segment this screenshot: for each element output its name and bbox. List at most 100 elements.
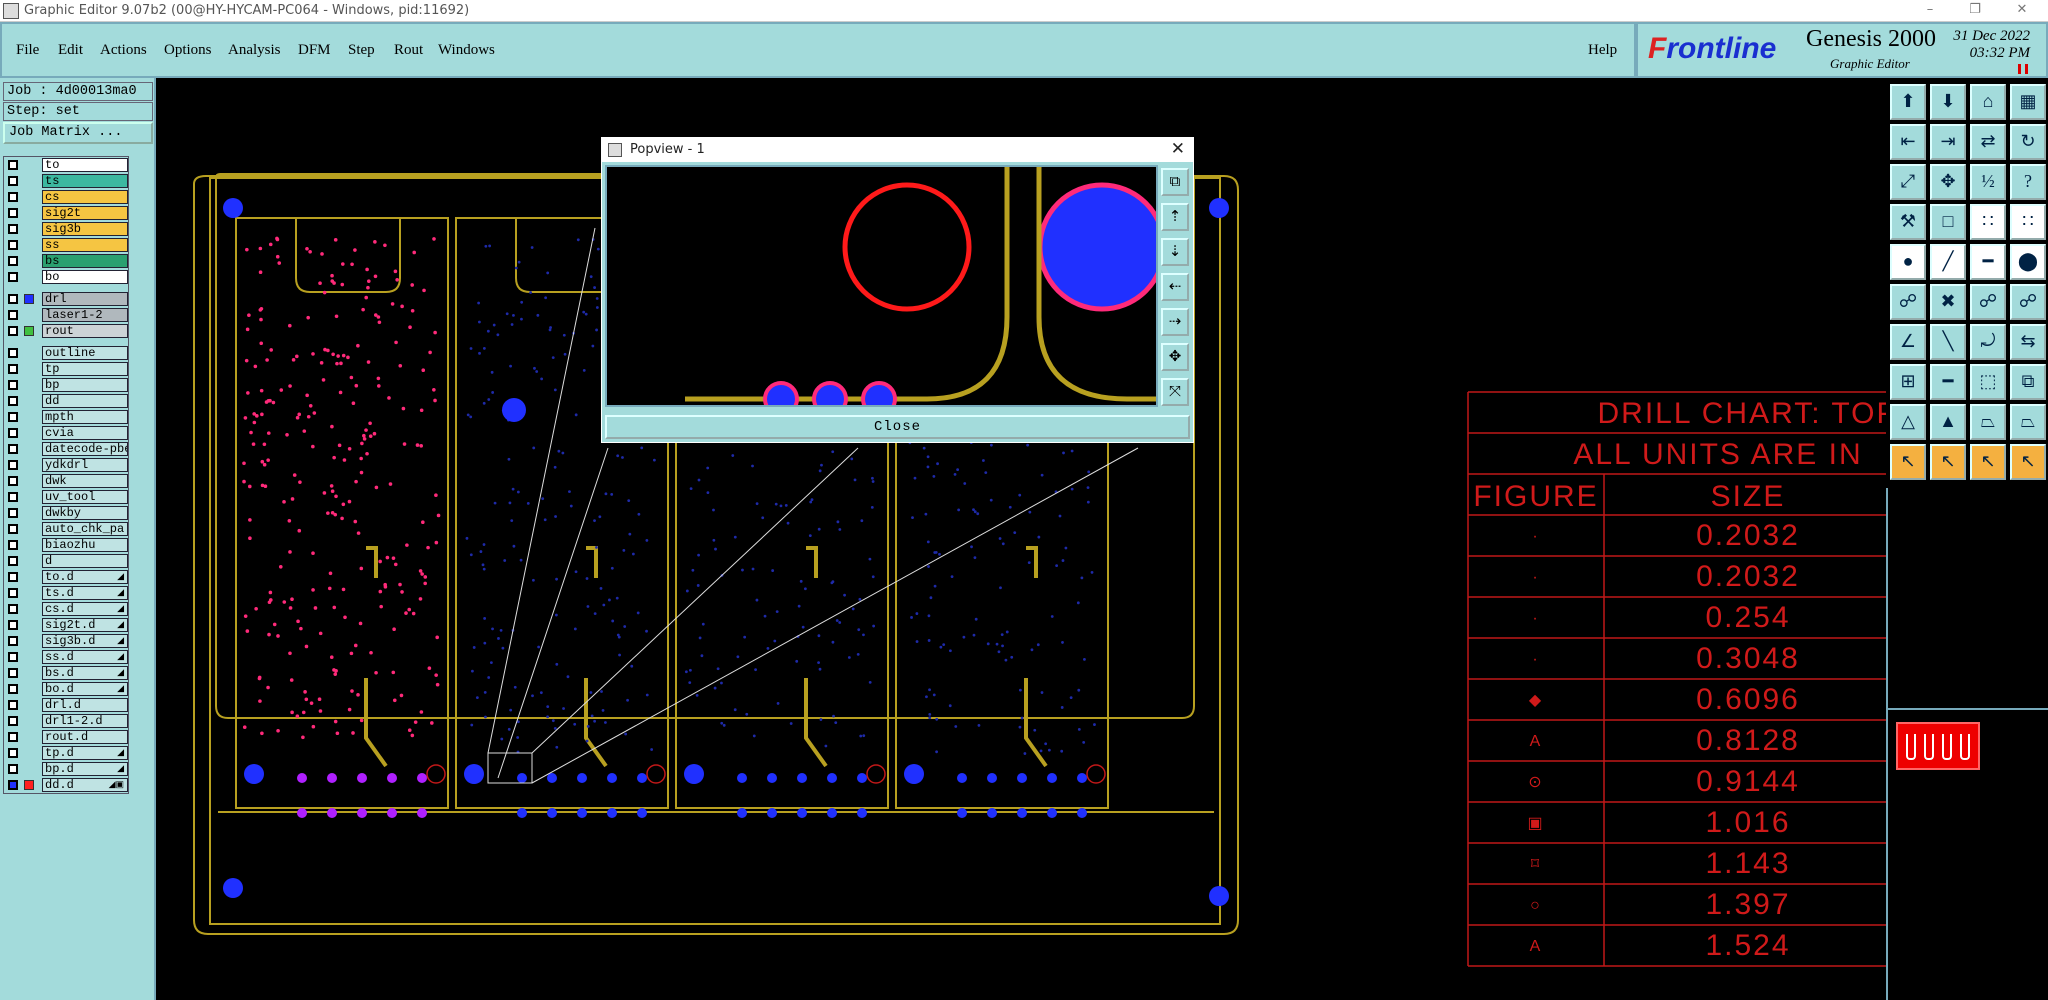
popview-canvas[interactable]: [605, 165, 1167, 417]
menu-file[interactable]: File: [16, 42, 39, 59]
zoom-fit-icon[interactable]: ✥: [1930, 164, 1966, 200]
layer-name[interactable]: uv_tool: [42, 490, 128, 504]
layer-row[interactable]: cs: [4, 189, 128, 205]
layer-checkbox[interactable]: [8, 224, 18, 234]
layer-name[interactable]: biaozhu: [42, 538, 128, 552]
arc-tool-icon[interactable]: ⤾: [1970, 324, 2006, 360]
layer-checkbox[interactable]: [8, 444, 18, 454]
layer-name[interactable]: drl.d: [42, 698, 128, 712]
layer-row[interactable]: bo: [4, 269, 128, 285]
layer-checkbox[interactable]: [8, 272, 18, 282]
layer-name[interactable]: bs: [42, 254, 128, 268]
close-icon[interactable]: ✕: [2002, 2, 2042, 17]
layer-name[interactable]: to.d: [42, 570, 128, 584]
import-right-icon[interactable]: ⇥: [1930, 124, 1966, 160]
layer-name[interactable]: datecode-pbe: [42, 442, 128, 456]
layer-name[interactable]: tp: [42, 362, 128, 376]
layer-name[interactable]: bo.d: [42, 682, 128, 696]
layer-name[interactable]: dd: [42, 394, 128, 408]
layer-row[interactable]: sig3b.d ◢: [4, 633, 128, 649]
grid-tool-icon[interactable]: ▦: [2010, 84, 2046, 120]
layer-name[interactable]: ss: [42, 238, 128, 252]
layer-row[interactable]: dd.d ◢▣: [4, 777, 128, 793]
popview-toggle-icon[interactable]: ⧉: [1161, 168, 1189, 196]
ruler-tool-icon[interactable]: ━: [1970, 244, 2006, 280]
layer-checkbox[interactable]: [8, 620, 18, 630]
menu-dfm[interactable]: DFM: [298, 42, 331, 59]
layer-row[interactable]: tp.d ◢: [4, 745, 128, 761]
layer-name[interactable]: drl1-2.d: [42, 714, 128, 728]
menu-analysis[interactable]: Analysis: [228, 42, 281, 59]
layer-row[interactable]: rout.d: [4, 729, 128, 745]
angle-tool-icon[interactable]: ∠: [1890, 324, 1926, 360]
layer-row[interactable]: ts: [4, 173, 128, 189]
net-tool-icon[interactable]: ∷: [1970, 204, 2006, 240]
bbox-tool-icon[interactable]: ⬚: [1970, 364, 2006, 400]
menu-windows[interactable]: Windows: [438, 42, 495, 59]
layer-name[interactable]: sig3b.d: [42, 634, 128, 648]
layer-name[interactable]: mpth: [42, 410, 128, 424]
layer-checkbox[interactable]: [8, 780, 18, 790]
pointer-add-icon[interactable]: ↖: [1970, 444, 2006, 480]
layer-row[interactable]: ss: [4, 237, 128, 253]
layer-checkbox[interactable]: [8, 208, 18, 218]
layer-checkbox[interactable]: [8, 748, 18, 758]
layer-name[interactable]: d: [42, 554, 128, 568]
popview-up-icon[interactable]: ⇡: [1161, 203, 1189, 231]
layer-checkbox[interactable]: [8, 380, 18, 390]
layer-checkbox[interactable]: [8, 524, 18, 534]
layer-row[interactable]: bp: [4, 377, 128, 393]
layer-name[interactable]: cvia: [42, 426, 128, 440]
arc-connect-alt-icon[interactable]: ☍: [2010, 284, 2046, 320]
zoom-ratio-icon[interactable]: ½: [1970, 164, 2006, 200]
layer-checkbox[interactable]: [8, 396, 18, 406]
layer-name[interactable]: auto_chk_pa: [42, 522, 128, 536]
help-tool-icon[interactable]: ?: [2010, 164, 2046, 200]
layer-checkbox[interactable]: [8, 508, 18, 518]
layer-name[interactable]: tp.d: [42, 746, 128, 760]
layer-row[interactable]: dd: [4, 393, 128, 409]
flip-tool-icon[interactable]: ⇆: [2010, 324, 2046, 360]
layer-name[interactable]: bo: [42, 270, 128, 284]
copy-tool-icon[interactable]: ⧉: [2010, 364, 2046, 400]
layer-name[interactable]: dwkby: [42, 506, 128, 520]
layer-row[interactable]: bo.d ◢: [4, 681, 128, 697]
layer-row[interactable]: to.d ◢: [4, 569, 128, 585]
triangle-alt-icon[interactable]: ▲: [1930, 404, 1966, 440]
add-pad-icon[interactable]: ⊞: [1890, 364, 1926, 400]
layer-row[interactable]: sig2t.d ◢: [4, 617, 128, 633]
rotate-tool-icon[interactable]: ↻: [2010, 124, 2046, 160]
layer-name[interactable]: sig3b: [42, 222, 128, 236]
layer-row[interactable]: uv_tool: [4, 489, 128, 505]
popview-title-bar[interactable]: Popview - 1 ✕: [602, 138, 1193, 162]
grid-off-icon[interactable]: □: [1930, 204, 1966, 240]
layer-checkbox[interactable]: [8, 716, 18, 726]
layer-name[interactable]: dwk: [42, 474, 128, 488]
layer-row[interactable]: d: [4, 553, 128, 569]
layer-row[interactable]: auto_chk_pa: [4, 521, 128, 537]
layer-checkbox[interactable]: [8, 588, 18, 598]
layer-checkbox[interactable]: [8, 684, 18, 694]
pointer-select-icon[interactable]: ↖: [1930, 444, 1966, 480]
layer-checkbox[interactable]: [8, 192, 18, 202]
layer-name[interactable]: sig2t.d: [42, 618, 128, 632]
layer-checkbox[interactable]: [8, 364, 18, 374]
arc-connect-icon[interactable]: ☍: [1970, 284, 2006, 320]
layer-checkbox[interactable]: [8, 176, 18, 186]
popview-zoom-in-icon[interactable]: ✥: [1161, 343, 1189, 371]
layer-checkbox[interactable]: [8, 492, 18, 502]
layer-row[interactable]: mpth: [4, 409, 128, 425]
triangle-tool-icon[interactable]: △: [1890, 404, 1926, 440]
snapshot-tool-icon[interactable]: ⬆: [1890, 84, 1926, 120]
measure-tool-icon[interactable]: ⚒: [1890, 204, 1926, 240]
import-left-icon[interactable]: ⇤: [1890, 124, 1926, 160]
diagonal-tool-icon[interactable]: ╲: [1930, 324, 1966, 360]
popview-right-icon[interactable]: ⇢: [1161, 308, 1189, 336]
popview-down-icon[interactable]: ⇣: [1161, 238, 1189, 266]
layer-name[interactable]: drl: [42, 292, 128, 306]
pointer-tool-icon[interactable]: ↖: [1890, 444, 1926, 480]
trapezoid-alt-icon[interactable]: ⏢: [2010, 404, 2046, 440]
layer-row[interactable]: bs.d ◢: [4, 665, 128, 681]
layer-name[interactable]: to: [42, 158, 128, 172]
layer-checkbox[interactable]: [8, 240, 18, 250]
